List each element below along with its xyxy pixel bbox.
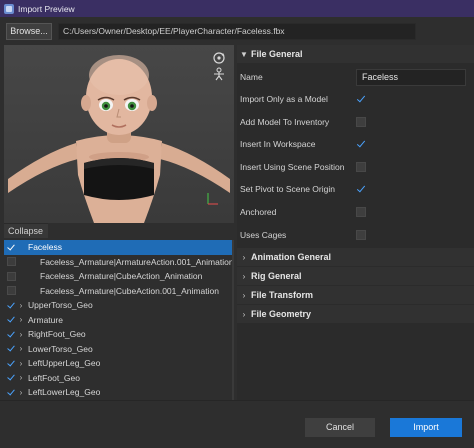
option-label: Set Pivot to Scene Origin <box>240 184 335 195</box>
tree-row-checkbox[interactable] <box>7 359 16 368</box>
chevron-right-icon: › <box>242 290 246 300</box>
tree-row[interactable]: › LeftLowerLeg_Geo <box>4 385 232 400</box>
section-header[interactable]: › File Geometry <box>237 305 474 323</box>
tree-row-checkbox[interactable] <box>7 315 16 324</box>
tree-row-selected[interactable]: Faceless <box>4 240 232 255</box>
chevron-right-icon: › <box>242 271 246 281</box>
tree-row-label: LeftLowerLeg_Geo <box>28 387 101 398</box>
hierarchy-tree: Faceless Faceless_Armature|ArmatureAction… <box>4 240 232 400</box>
name-row: Name <box>237 66 474 88</box>
option-checkbox[interactable] <box>356 184 366 194</box>
option-row: Insert Using Scene Position <box>237 156 474 178</box>
tree-row-checkbox[interactable] <box>7 271 16 281</box>
section-header-label: Animation General <box>251 252 332 262</box>
tree-row-checkbox[interactable] <box>7 344 16 353</box>
chevron-right-icon: › <box>242 309 246 319</box>
tree-row-checkbox[interactable] <box>7 286 16 296</box>
option-checkbox[interactable] <box>356 116 366 127</box>
option-checkbox[interactable] <box>356 161 366 172</box>
chevron-down-icon: ▼ <box>240 49 248 59</box>
model-preview-viewport[interactable] <box>4 45 234 223</box>
option-row: Insert In Workspace <box>237 133 474 155</box>
section-header[interactable]: › Rig General <box>237 267 474 285</box>
option-row: Set Pivot to Scene Origin <box>237 178 474 200</box>
name-field[interactable] <box>356 68 466 86</box>
file-path-field[interactable]: C:/Users/Owner/Desktop/EE/PlayerCharacte… <box>58 23 416 40</box>
collapse-button[interactable]: Collapse <box>4 223 48 238</box>
tree-row[interactable]: Faceless_Armature|ArmatureAction.001_Ani… <box>4 255 232 270</box>
chevron-right-icon[interactable]: › <box>16 330 26 339</box>
option-label: Import Only as a Model <box>240 94 328 104</box>
section-header-label: File Transform <box>251 290 314 300</box>
option-label: Uses Cages <box>240 229 287 240</box>
option-label: Add Model To Inventory <box>240 116 330 127</box>
tree-row-checkbox[interactable] <box>7 388 16 397</box>
tree-row[interactable]: › RightFoot_Geo <box>4 327 232 342</box>
section-header-label: File Geometry <box>251 309 312 319</box>
dialog-footer: Cancel Import <box>0 400 474 448</box>
option-label: Insert In Workspace <box>240 139 316 150</box>
tree-row-label: Faceless_Armature|ArmatureAction.001_Ani… <box>40 256 232 267</box>
section-file-general-label: File General <box>251 49 303 59</box>
chevron-right-icon[interactable]: › <box>16 344 26 353</box>
option-checkbox[interactable] <box>356 229 366 240</box>
cancel-button[interactable]: Cancel <box>305 418 375 437</box>
tree-scrollbar[interactable] <box>232 240 234 400</box>
chevron-right-icon[interactable]: › <box>16 388 26 397</box>
name-label: Name <box>240 72 263 82</box>
window-title: Import Preview <box>18 3 75 14</box>
tree-row[interactable]: › UpperTorso_Geo <box>4 298 232 313</box>
toolbar: Browse... C:/Users/Owner/Desktop/EE/Play… <box>0 17 474 45</box>
tree-row[interactable]: › LeftFoot_Geo <box>4 371 232 386</box>
option-row: Import Only as a Model <box>237 88 474 110</box>
tree-row[interactable]: › LowerTorso_Geo <box>4 342 232 357</box>
tree-row-checkbox[interactable] <box>7 257 16 267</box>
import-button[interactable]: Import <box>390 418 462 437</box>
browse-button[interactable]: Browse... <box>6 23 52 40</box>
tree-row-checkbox[interactable] <box>7 330 16 339</box>
option-row: Uses Cages <box>237 224 474 246</box>
option-row: Anchored <box>237 201 474 223</box>
tree-row-label: RightFoot_Geo <box>28 329 86 340</box>
tree-row-label: Faceless_Armature|CubeAction_Animation <box>40 271 203 282</box>
tree-row-label: LeftFoot_Geo <box>28 372 80 383</box>
app-icon <box>4 3 14 14</box>
option-label: Anchored <box>240 207 277 217</box>
title-bar: Import Preview <box>0 0 474 17</box>
rig-joints-icon[interactable] <box>212 67 226 81</box>
tree-row[interactable]: › Armature <box>4 313 232 328</box>
chevron-right-icon[interactable]: › <box>16 301 26 310</box>
tree-row-checkbox[interactable] <box>7 243 16 252</box>
rotate-view-icon[interactable] <box>212 51 226 65</box>
option-checkbox[interactable] <box>356 139 366 149</box>
option-checkbox[interactable] <box>356 207 366 217</box>
chevron-right-icon[interactable]: › <box>16 373 26 382</box>
tree-row-label: LowerTorso_Geo <box>28 343 93 354</box>
section-header[interactable]: › File Transform <box>237 286 474 304</box>
section-header[interactable]: › Animation General <box>237 248 474 266</box>
option-checkbox[interactable] <box>356 94 366 104</box>
section-header-label: Rig General <box>251 271 302 281</box>
character-model-preview <box>8 55 230 223</box>
tree-row-label: Armature <box>28 314 63 325</box>
chevron-right-icon[interactable]: › <box>16 315 26 324</box>
axis-gizmo-icon <box>207 193 218 205</box>
chevron-right-icon[interactable]: › <box>16 359 26 368</box>
tree-row-checkbox[interactable] <box>7 301 16 310</box>
option-row: Add Model To Inventory <box>237 111 474 133</box>
properties-panel: ▼ File General Name Import Only as a Mod… <box>237 45 474 400</box>
chevron-right-icon: › <box>242 252 246 262</box>
tree-row[interactable]: Faceless_Armature|CubeAction.001_Animati… <box>4 284 232 299</box>
tree-row-label: Faceless_Armature|CubeAction.001_Animati… <box>40 285 219 296</box>
tree-row-checkbox[interactable] <box>7 373 16 382</box>
option-label: Insert Using Scene Position <box>240 161 345 172</box>
tree-row-label: Faceless <box>28 242 63 253</box>
tree-row[interactable]: Faceless_Armature|CubeAction_Animation <box>4 269 232 284</box>
section-file-general[interactable]: ▼ File General <box>237 45 474 63</box>
tree-row-label: UpperTorso_Geo <box>28 300 93 311</box>
tree-row-label: LeftUpperLeg_Geo <box>28 358 101 369</box>
tree-row[interactable]: › LeftUpperLeg_Geo <box>4 356 232 371</box>
